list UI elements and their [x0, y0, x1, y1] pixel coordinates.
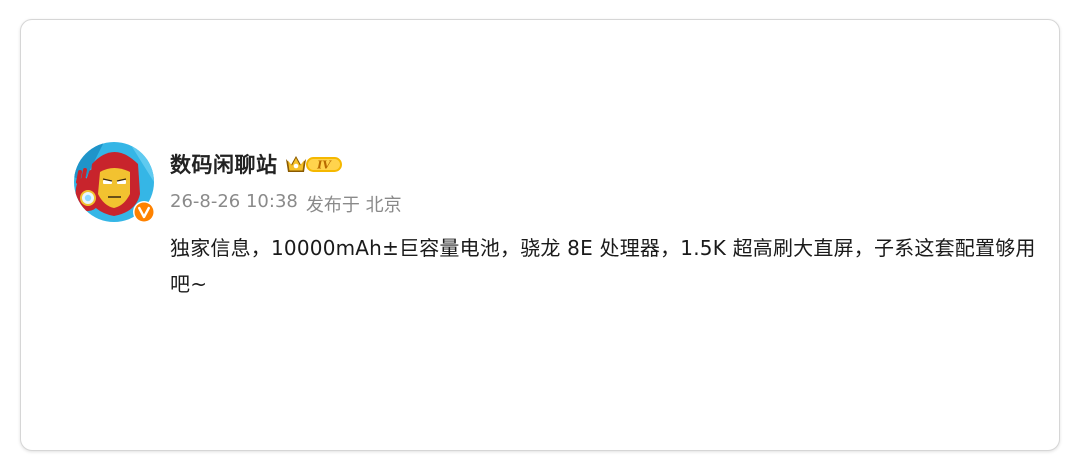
author-avatar[interactable] — [74, 142, 155, 223]
post-timestamp[interactable]: 26-8-26 10:38 — [170, 191, 298, 217]
post-meta: 26-8-26 10:38 发布于 北京 — [170, 191, 402, 217]
weibo-post-card: 数码闲聊站 IV 26-8-26 10:38 发布于 北京 独家信息，10000… — [20, 19, 1060, 451]
level-badge-text: IV — [316, 159, 332, 172]
author-name-row: 数码闲聊站 IV — [170, 150, 344, 178]
post-source: 发布于 北京 — [305, 195, 402, 216]
verified-v-icon — [133, 201, 155, 223]
crown-icon[interactable]: IV — [284, 152, 344, 176]
author-name[interactable]: 数码闲聊站 — [170, 149, 278, 179]
post-content: 独家信息，10000mAh±巨容量电池，骁龙 8E 处理器，1.5K 超高刷大直… — [170, 236, 1036, 296]
